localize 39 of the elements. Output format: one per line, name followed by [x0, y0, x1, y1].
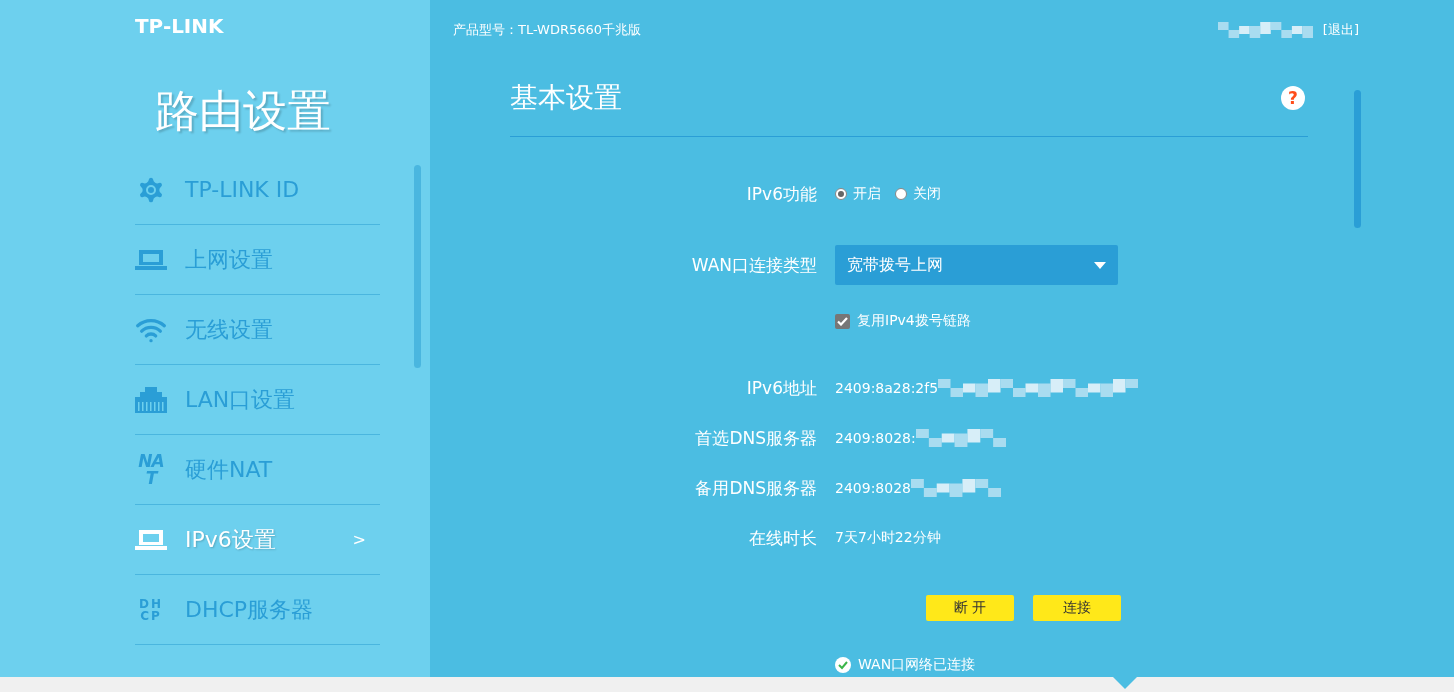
logout-link[interactable]: [退出] — [1322, 21, 1359, 39]
scrollbar-thumb[interactable] — [414, 165, 421, 368]
field-label: 首选DNS服务器 — [694, 426, 817, 450]
field-value: 2409:8028: — [835, 430, 916, 446]
dropdown-caret-icon — [1094, 261, 1106, 269]
action-button[interactable]: 断 开 — [926, 595, 1014, 621]
field-label: IPv6功能 — [745, 182, 817, 206]
sidebar-item[interactable]: 上网设置 — [135, 225, 380, 295]
product-model: 产品型号：TL-WDR5660千兆版 — [453, 21, 642, 39]
checkbox-option[interactable]: 复用IPv4拨号链路 — [835, 312, 1454, 330]
section-title: 基本设置 — [510, 80, 622, 116]
sidebar-item[interactable]: DH CP DHCP服务器 — [135, 575, 380, 645]
checkmark-icon — [837, 316, 848, 326]
field-value: 7天7小时22分钟 — [835, 529, 941, 547]
sidebar-item[interactable]: 无线设置 — [135, 295, 380, 365]
icon-label: NAT — [137, 452, 165, 487]
ethernet-port-icon — [135, 386, 167, 413]
sidebar-item[interactable]: IPv6设置 > — [135, 505, 380, 575]
radio-option[interactable]: 开启 — [835, 185, 881, 203]
field-value: 2409:8a28:2f5 — [835, 380, 939, 396]
help-button[interactable]: ? — [1281, 86, 1305, 110]
brand-logo: TP-LINK — [135, 15, 224, 37]
field-label: 在线时长 — [748, 526, 817, 550]
connection-type-select[interactable]: 宽带拨号上网 — [835, 245, 1118, 285]
field-label: IPv6地址 — [745, 376, 817, 400]
sidebar-item[interactable]: NAT 硬件NAT — [135, 435, 380, 505]
sidebar-item[interactable]: LAN口设置 — [135, 365, 380, 435]
laptop-icon — [135, 248, 167, 271]
sidebar-item[interactable]: TP-LINK ID — [135, 155, 380, 225]
icon-label: DH CP — [138, 597, 164, 622]
radio-option[interactable]: 关闭 — [895, 185, 941, 203]
scrollbar-thumb[interactable] — [1354, 90, 1361, 228]
field-value: 2409:8028 — [835, 480, 911, 496]
action-button[interactable]: 连接 — [1033, 595, 1121, 621]
field-label: 备用DNS服务器 — [694, 476, 817, 500]
laptop-icon — [135, 528, 167, 551]
sidebar-title: 路由设置 — [155, 84, 331, 138]
field-label: WAN口连接类型 — [690, 253, 817, 277]
status-text: WAN口网络已连接 — [858, 656, 976, 674]
